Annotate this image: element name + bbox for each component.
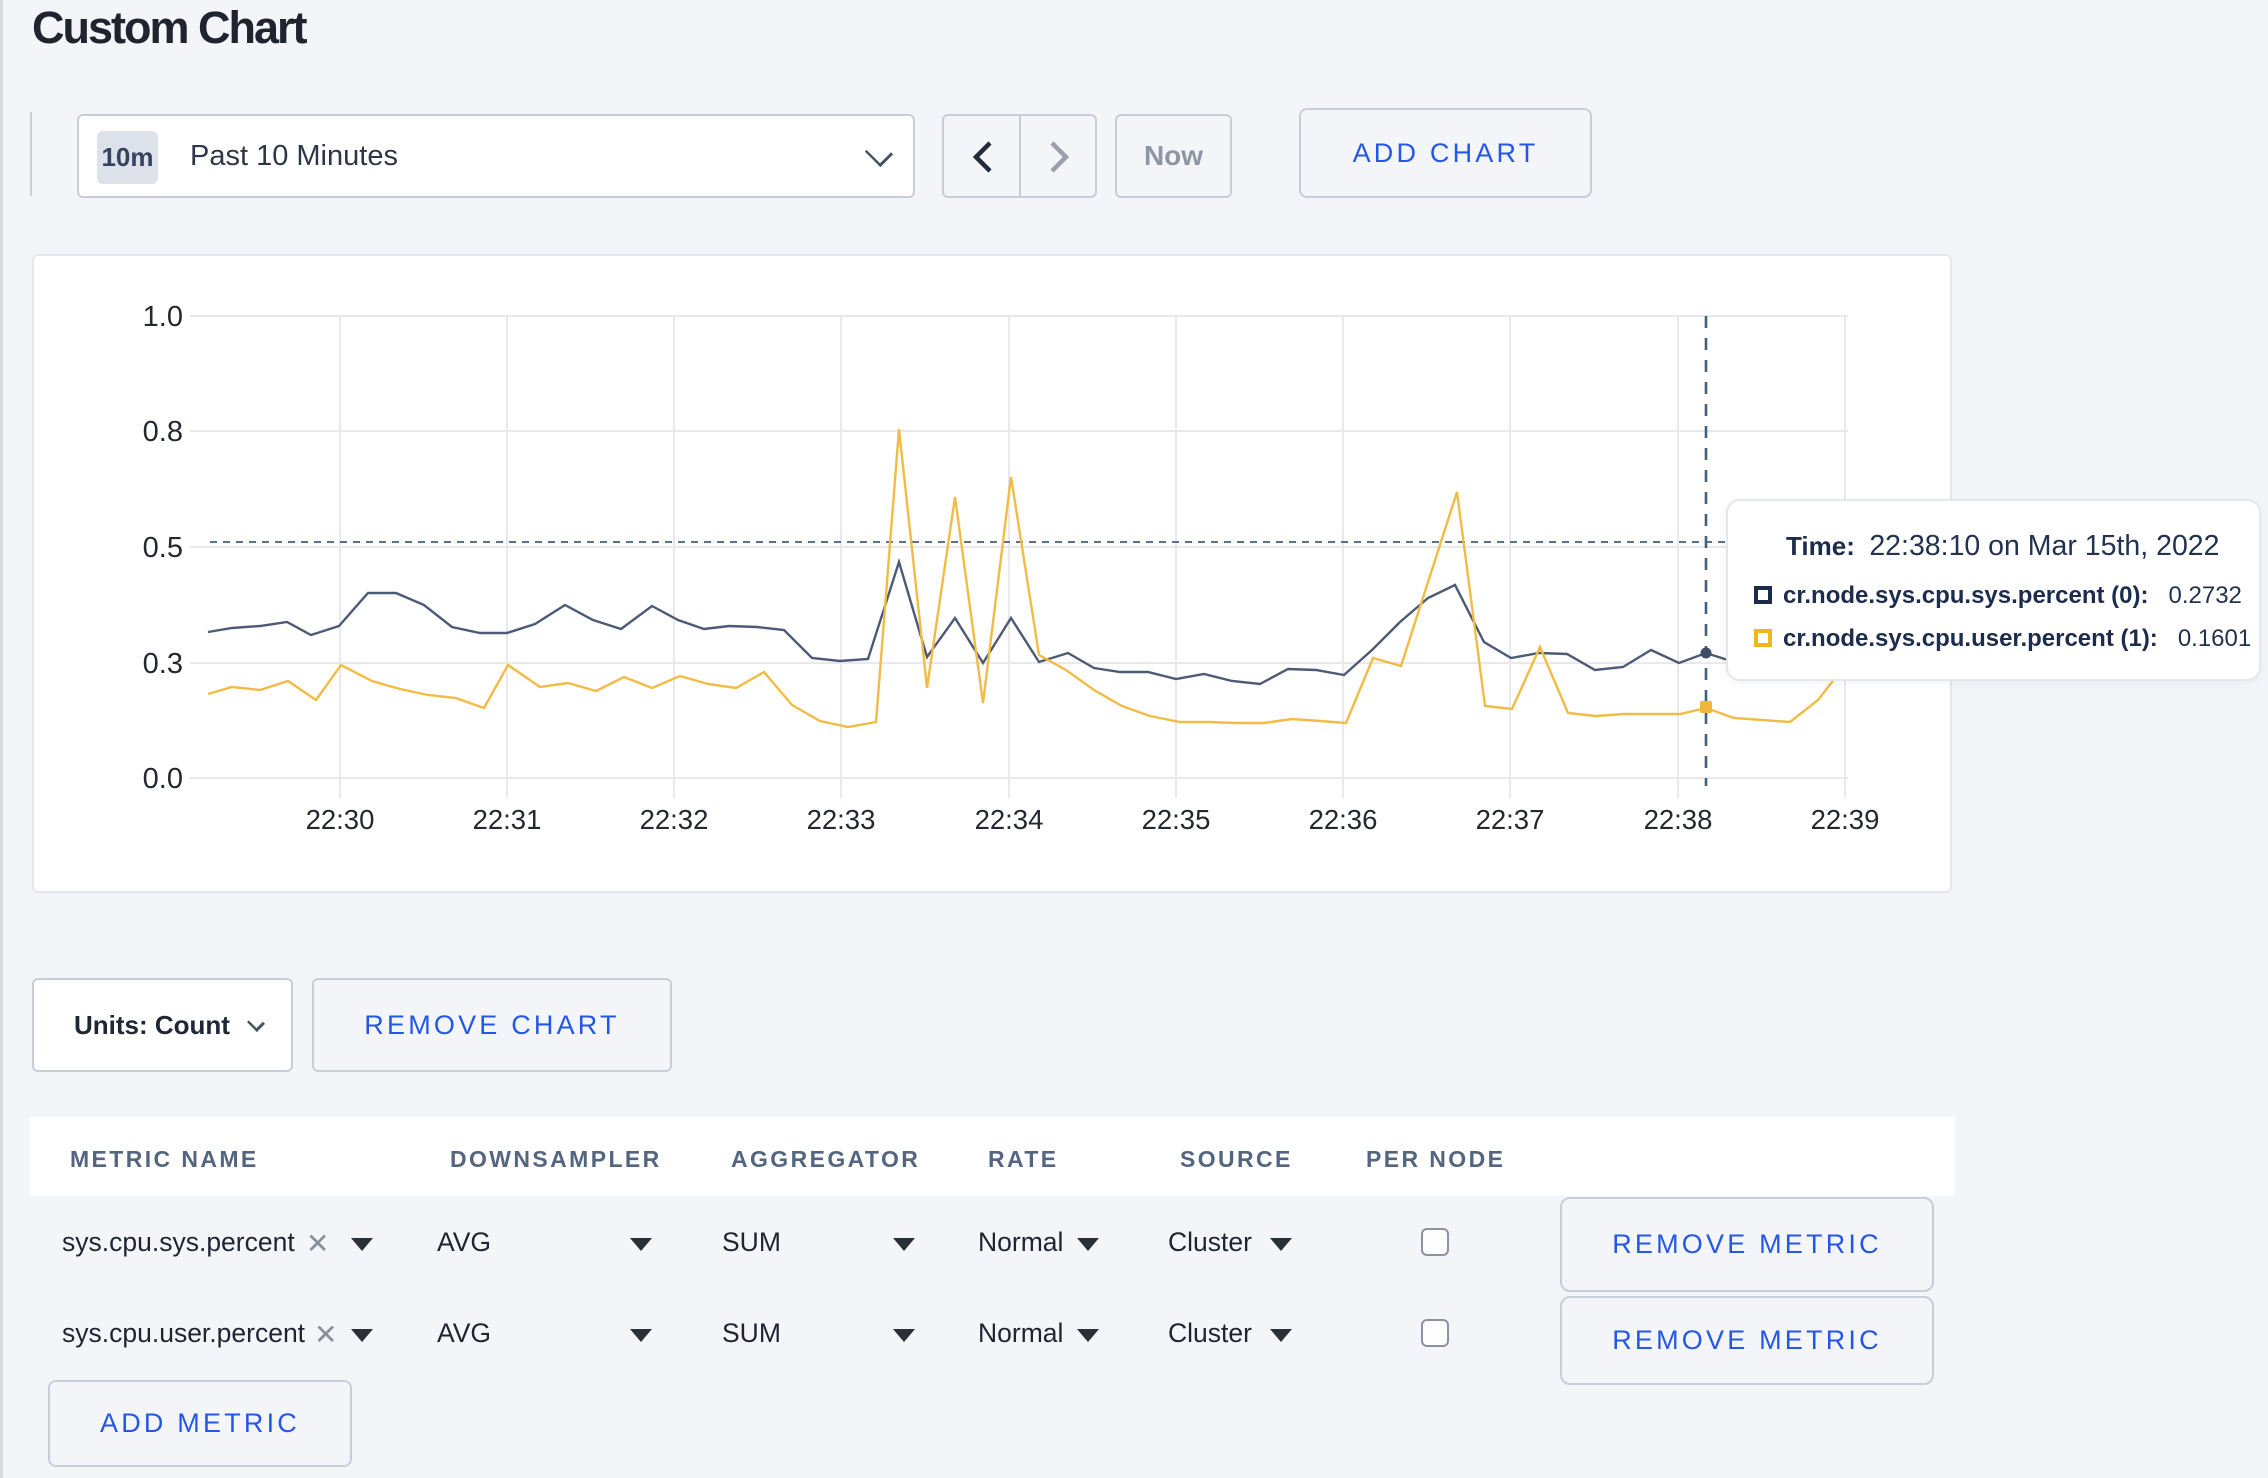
svg-text:22:36: 22:36 <box>1309 804 1378 835</box>
svg-text:0.0: 0.0 <box>143 763 183 795</box>
svg-text:22:33: 22:33 <box>807 804 876 835</box>
svg-text:0.5: 0.5 <box>143 532 183 564</box>
svg-text:22:37: 22:37 <box>1476 804 1545 835</box>
svg-text:0.8: 0.8 <box>143 416 183 448</box>
svg-text:22:34: 22:34 <box>975 804 1044 835</box>
svg-text:22:38: 22:38 <box>1644 804 1713 835</box>
svg-text:0.3: 0.3 <box>143 648 183 680</box>
svg-text:1.0: 1.0 <box>143 301 183 333</box>
svg-text:22:31: 22:31 <box>473 804 542 835</box>
svg-text:22:32: 22:32 <box>640 804 709 835</box>
svg-text:22:30: 22:30 <box>306 804 375 835</box>
svg-text:22:35: 22:35 <box>1142 804 1211 835</box>
svg-text:22:39: 22:39 <box>1811 804 1880 835</box>
